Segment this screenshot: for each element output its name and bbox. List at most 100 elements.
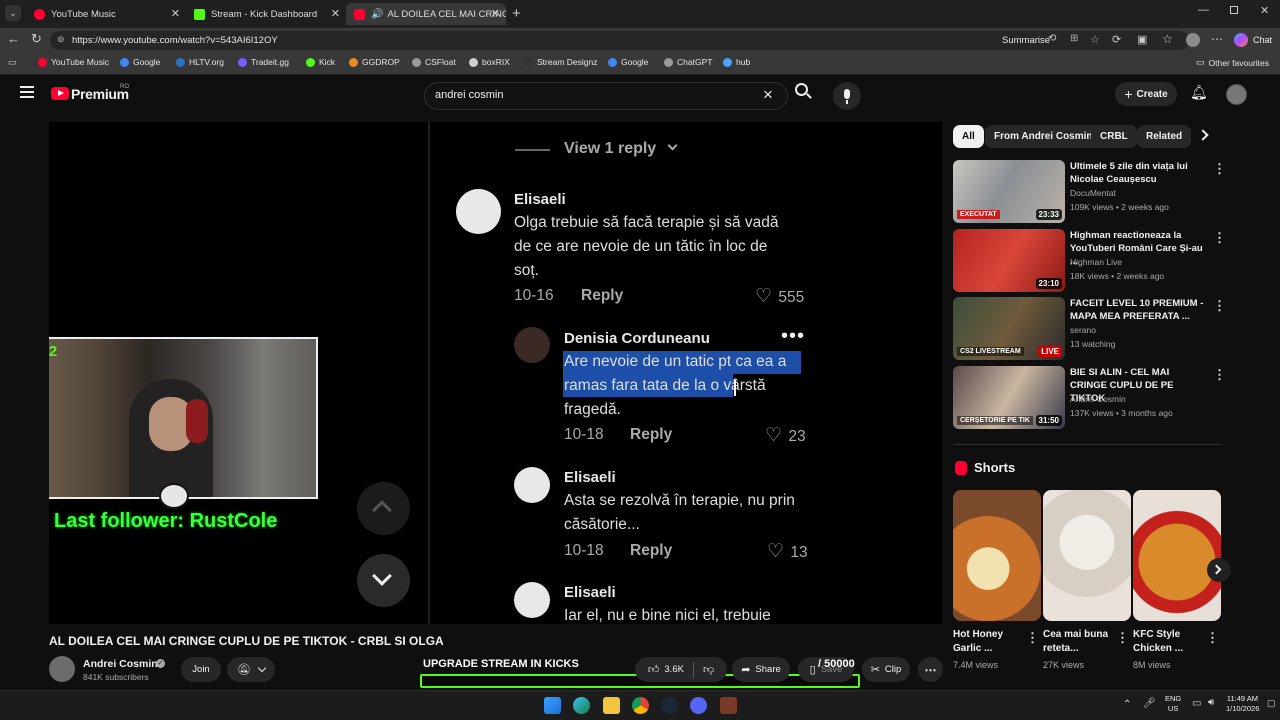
thumbs-up-icon[interactable]: 👍︎ bbox=[648, 663, 660, 676]
chips-next-icon[interactable] bbox=[1197, 129, 1209, 141]
profile-avatar[interactable] bbox=[1186, 33, 1200, 47]
account-avatar[interactable] bbox=[1226, 84, 1247, 105]
search-input[interactable]: andrei cosmin bbox=[435, 89, 503, 101]
like-count[interactable]: 3.6K bbox=[664, 664, 684, 675]
comment-avatar[interactable] bbox=[514, 467, 550, 503]
close-tab-icon[interactable]: ✕ bbox=[331, 7, 340, 20]
discord-icon[interactable] bbox=[690, 697, 707, 714]
short-options-icon[interactable]: ⋮ bbox=[1206, 630, 1219, 646]
language-indicator[interactable]: ENG US bbox=[1165, 694, 1181, 714]
network-icon[interactable]: ▭ bbox=[1192, 698, 1201, 709]
close-tab-icon[interactable]: ✕ bbox=[171, 7, 180, 20]
scroll-down-button[interactable] bbox=[357, 554, 410, 607]
file-explorer-icon[interactable] bbox=[603, 697, 620, 714]
short-thumbnail[interactable] bbox=[1043, 490, 1131, 621]
shorts-next-button[interactable] bbox=[1207, 558, 1231, 582]
comment-text[interactable]: Are nevoie de un tatic pt ca ea a ramas … bbox=[564, 350, 786, 422]
like-button[interactable]: ♡ 23 bbox=[765, 424, 806, 447]
chrome-icon[interactable] bbox=[632, 697, 649, 714]
close-tab-icon[interactable]: ✕ bbox=[491, 7, 500, 20]
related-video-channel[interactable]: serano bbox=[1070, 324, 1096, 337]
hamburger-menu-icon[interactable] bbox=[20, 86, 34, 98]
favorite-star-icon[interactable]: ☆ bbox=[1090, 33, 1100, 46]
clock[interactable]: 11:49 AM 1/10/2026 bbox=[1226, 694, 1259, 714]
video-options-icon[interactable]: ⋮ bbox=[1213, 367, 1226, 383]
subscribed-button[interactable]: 🔕︎ bbox=[227, 657, 275, 682]
related-video-thumbnail[interactable]: CS2 LIVESTREAM LIVE bbox=[953, 297, 1065, 360]
search-icon[interactable] bbox=[795, 83, 812, 99]
microphone-icon[interactable]: 🎤︎ bbox=[1143, 698, 1156, 709]
minimize-icon[interactable]: — bbox=[1198, 4, 1209, 16]
related-video-thumbnail[interactable]: CERȘETORIE PE TIK 31:50 bbox=[953, 366, 1065, 429]
related-video-channel[interactable]: DocuMentat bbox=[1070, 187, 1116, 200]
game-app-icon[interactable] bbox=[720, 697, 737, 714]
create-button[interactable]: + Create bbox=[1115, 82, 1177, 106]
clip-button[interactable]: ✂ Clip bbox=[862, 657, 910, 682]
more-actions-button[interactable]: ⋯ bbox=[918, 657, 943, 682]
favorites-icon[interactable]: ☆ bbox=[1162, 32, 1173, 46]
related-video-title[interactable]: FACEIT LEVEL 10 PREMIUM - MAPA MEA PREFE… bbox=[1070, 297, 1205, 323]
bookmark-item[interactable]: ChatGPT bbox=[664, 57, 712, 67]
comment-avatar[interactable] bbox=[456, 189, 501, 234]
share-button[interactable]: ➦ Share bbox=[732, 657, 790, 682]
comment-author[interactable]: Elisaeli bbox=[514, 191, 566, 208]
related-video-thumbnail[interactable]: EXECUTAT 23:33 bbox=[953, 160, 1065, 223]
audio-playing-icon[interactable]: 🔊 bbox=[371, 9, 383, 20]
other-favourites-link[interactable]: ▭ Other favourites bbox=[1196, 57, 1269, 68]
youtube-logo-icon[interactable] bbox=[51, 87, 69, 100]
short-options-icon[interactable]: ⋮ bbox=[1116, 630, 1129, 646]
comment-avatar[interactable] bbox=[514, 327, 550, 363]
chat-button[interactable]: Chat bbox=[1253, 35, 1272, 45]
tab-youtube-music[interactable]: YouTube Music ✕ bbox=[26, 3, 186, 25]
notifications-bell-icon[interactable]: 🔔︎ bbox=[1190, 84, 1208, 101]
bookmark-item[interactable]: Kick bbox=[306, 57, 335, 67]
like-button[interactable]: ♡ 555 bbox=[755, 285, 804, 308]
filter-chip[interactable]: All bbox=[953, 125, 984, 148]
site-info-icon[interactable]: ⊜ bbox=[57, 34, 65, 45]
related-video-thumbnail[interactable]: 23:10 bbox=[953, 229, 1065, 292]
comment-author[interactable]: Elisaeli bbox=[564, 469, 616, 486]
short-title[interactable]: Cea mai buna reteta... bbox=[1043, 628, 1115, 656]
like-button[interactable]: ♡ 13 bbox=[767, 540, 808, 563]
steam-icon[interactable] bbox=[661, 697, 678, 714]
video-options-icon[interactable]: ⋮ bbox=[1213, 298, 1226, 314]
video-options-icon[interactable]: ⋮ bbox=[1213, 161, 1226, 177]
restore-icon[interactable] bbox=[1230, 6, 1238, 14]
thumbs-down-icon[interactable]: 👎︎ bbox=[703, 663, 714, 676]
tab-youtube-video[interactable]: 🔊 AL DOILEA CEL MAI CRINGE C ✕ bbox=[346, 3, 506, 25]
bookmark-item[interactable]: Stream Designz bbox=[524, 57, 597, 67]
related-video-channel[interactable]: Andrei Cosmin bbox=[1070, 393, 1126, 406]
back-icon[interactable]: ← bbox=[7, 31, 20, 46]
voice-search-icon[interactable] bbox=[833, 82, 861, 110]
bookmark-item[interactable]: Google bbox=[608, 57, 648, 67]
reply-button[interactable]: Reply bbox=[630, 542, 672, 560]
bookmark-item[interactable]: hub bbox=[723, 57, 750, 67]
reply-button[interactable]: Reply bbox=[581, 287, 623, 305]
channel-name[interactable]: Andrei Cosmin bbox=[83, 658, 158, 670]
view-replies-link[interactable]: View 1 reply bbox=[564, 140, 678, 158]
search-bar[interactable]: andrei cosmin × bbox=[424, 82, 788, 110]
comment-options-icon[interactable]: ••• bbox=[781, 325, 805, 348]
short-title[interactable]: Hot Honey Garlic ... bbox=[953, 628, 1025, 656]
edge-icon[interactable] bbox=[573, 697, 590, 714]
refresh-icon[interactable]: ↻ bbox=[31, 31, 42, 47]
clear-search-icon[interactable]: × bbox=[763, 85, 773, 105]
bookmark-item[interactable]: YouTube Music bbox=[38, 57, 109, 67]
short-thumbnail[interactable] bbox=[1133, 490, 1221, 621]
apps-icon[interactable]: ⊞ bbox=[1070, 33, 1078, 44]
video-player[interactable]: K2 Last follower: RustCole View 1 reply … bbox=[49, 122, 942, 624]
new-tab-icon[interactable]: + bbox=[512, 5, 521, 22]
filter-chip[interactable]: From Andrei Cosmin bbox=[985, 125, 1102, 148]
windows-start-icon[interactable] bbox=[544, 697, 561, 714]
scroll-up-button[interactable] bbox=[357, 482, 410, 535]
bookmark-item[interactable]: boxRIX bbox=[469, 57, 510, 67]
extensions-icon[interactable]: ⟳ bbox=[1112, 33, 1121, 46]
short-title[interactable]: KFC Style Chicken ... bbox=[1133, 628, 1205, 656]
split-screen-icon[interactable]: ▣ bbox=[1137, 33, 1147, 46]
related-video-channel[interactable]: Highman Live bbox=[1070, 256, 1122, 269]
close-window-icon[interactable]: ✕ bbox=[1260, 4, 1269, 17]
comment-avatar[interactable] bbox=[514, 582, 550, 618]
bookmark-item[interactable]: HLTV.org bbox=[176, 57, 224, 67]
comment-author[interactable]: Elisaeli bbox=[564, 584, 616, 601]
short-thumbnail[interactable] bbox=[953, 490, 1041, 621]
